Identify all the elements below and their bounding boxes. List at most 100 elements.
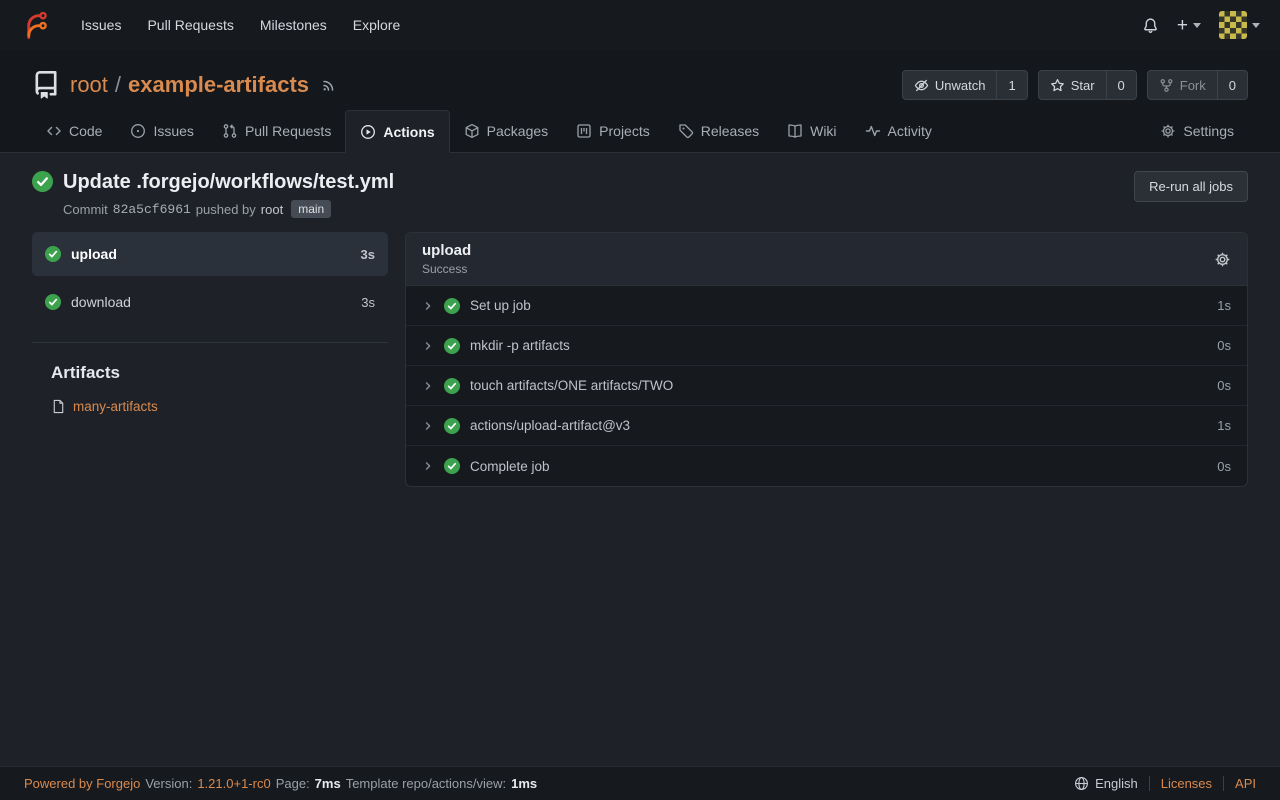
repo-tabs: Code Issues Pull Requests Actions Packag… — [32, 110, 1248, 152]
unwatch-label: Unwatch — [935, 78, 986, 93]
sidebar-divider — [32, 342, 388, 343]
fork-icon — [1159, 78, 1174, 93]
step-success-icon — [444, 378, 460, 394]
step-row-upload-artifact[interactable]: actions/upload-artifact@v3 1s — [406, 406, 1247, 446]
project-board-icon — [576, 123, 592, 139]
nav-item-milestones[interactable]: Milestones — [247, 0, 340, 50]
fork-label: Fork — [1180, 78, 1206, 93]
nav-item-pull-requests[interactable]: Pull Requests — [134, 0, 246, 50]
artifact-link-many-artifacts[interactable]: many-artifacts — [51, 399, 388, 414]
unwatch-button[interactable]: Unwatch — [903, 71, 997, 99]
tab-wiki[interactable]: Wiki — [773, 110, 850, 152]
repo-header: root / example-artifacts U — [0, 50, 1280, 153]
tab-label: Actions — [383, 124, 434, 140]
step-duration: 1s — [1217, 298, 1231, 313]
pusher-link[interactable]: root — [261, 202, 283, 217]
forks-count[interactable]: 0 — [1217, 71, 1247, 99]
artifacts-heading: Artifacts — [51, 363, 388, 383]
star-button[interactable]: Star — [1039, 71, 1106, 99]
fork-button[interactable]: Fork — [1148, 71, 1217, 99]
job-duration: 3s — [361, 247, 375, 262]
tabs-spacer — [946, 110, 1147, 152]
tab-label: Projects — [599, 123, 650, 139]
repo-owner-link[interactable]: root — [70, 72, 108, 98]
step-duration: 0s — [1217, 459, 1231, 474]
watch-button-group: Unwatch 1 — [902, 70, 1028, 100]
api-link[interactable]: API — [1223, 776, 1256, 791]
step-label: mkdir -p artifacts — [470, 338, 570, 353]
step-success-icon — [444, 298, 460, 314]
language-selector[interactable]: English — [1063, 776, 1149, 791]
page-time-value: 7ms — [315, 776, 341, 791]
job-options-gear-icon[interactable] — [1214, 251, 1231, 268]
tab-activity[interactable]: Activity — [851, 110, 946, 152]
step-duration: 0s — [1217, 338, 1231, 353]
artifact-name: many-artifacts — [73, 399, 158, 414]
tab-label: Activity — [888, 123, 932, 139]
tab-label: Packages — [487, 123, 548, 139]
step-row-setup-job[interactable]: Set up job 1s — [406, 286, 1247, 326]
forgejo-logo[interactable] — [20, 10, 50, 40]
tab-settings[interactable]: Settings — [1146, 110, 1248, 152]
tab-issues[interactable]: Issues — [116, 110, 207, 152]
star-label: Star — [1071, 78, 1095, 93]
notifications-button[interactable] — [1142, 17, 1159, 34]
page-footer: Powered by Forgejo Version: 1.21.0+1-rc0… — [0, 766, 1280, 800]
tab-pull-requests[interactable]: Pull Requests — [208, 110, 345, 152]
job-name: upload — [71, 246, 117, 262]
tab-projects[interactable]: Projects — [562, 110, 664, 152]
commit-sha-link[interactable]: 82a5cf6961 — [113, 202, 191, 217]
pushed-by-label: pushed by — [196, 202, 256, 217]
repo-name-link[interactable]: example-artifacts — [128, 72, 309, 98]
eye-slash-icon — [914, 78, 929, 93]
job-duration: 3s — [361, 295, 375, 310]
artifacts-section: Artifacts many-artifacts — [32, 363, 388, 414]
step-row-touch[interactable]: touch artifacts/ONE artifacts/TWO 0s — [406, 366, 1247, 406]
tag-icon — [678, 123, 694, 139]
watchers-count[interactable]: 1 — [996, 71, 1026, 99]
nav-item-issues[interactable]: Issues — [68, 0, 134, 50]
actions-run-view: Update .forgejo/workflows/test.yml Commi… — [0, 153, 1280, 766]
run-success-icon — [32, 171, 53, 192]
create-new-menu[interactable]: + — [1177, 16, 1201, 35]
file-icon — [51, 399, 66, 414]
branch-badge[interactable]: main — [291, 200, 331, 218]
pulse-icon — [865, 123, 881, 139]
job-name: download — [71, 294, 131, 310]
book-icon — [787, 123, 803, 139]
fork-button-group: Fork 0 — [1147, 70, 1248, 100]
stars-count[interactable]: 0 — [1106, 71, 1136, 99]
powered-by-link[interactable]: Powered by Forgejo — [24, 776, 140, 791]
job-success-icon — [45, 246, 61, 262]
job-row-upload[interactable]: upload 3s — [32, 232, 388, 276]
star-button-group: Star 0 — [1038, 70, 1137, 100]
step-duration: 0s — [1217, 378, 1231, 393]
licenses-link[interactable]: Licenses — [1149, 776, 1223, 791]
tab-packages[interactable]: Packages — [450, 110, 562, 152]
tab-actions[interactable]: Actions — [345, 110, 449, 153]
template-time-value: 1ms — [511, 776, 537, 791]
job-row-download[interactable]: download 3s — [32, 280, 388, 324]
pull-request-icon — [222, 123, 238, 139]
tab-label: Wiki — [810, 123, 836, 139]
step-row-mkdir[interactable]: mkdir -p artifacts 0s — [406, 326, 1247, 366]
footer-info: Powered by Forgejo Version: 1.21.0+1-rc0… — [24, 776, 537, 791]
step-label: actions/upload-artifact@v3 — [470, 418, 630, 433]
tab-code[interactable]: Code — [32, 110, 116, 152]
footer-links: English Licenses API — [1063, 776, 1256, 791]
job-detail-header: upload Success — [406, 233, 1247, 286]
rss-icon[interactable] — [321, 77, 337, 93]
nav-item-explore[interactable]: Explore — [340, 0, 413, 50]
chevron-right-icon — [422, 340, 434, 352]
chevron-down-icon — [1252, 23, 1260, 28]
tab-releases[interactable]: Releases — [664, 110, 773, 152]
job-success-icon — [45, 294, 61, 310]
user-menu[interactable] — [1219, 11, 1260, 39]
step-row-complete-job[interactable]: Complete job 0s — [406, 446, 1247, 486]
tab-label: Settings — [1183, 123, 1234, 139]
rerun-all-jobs-button[interactable]: Re-run all jobs — [1134, 171, 1248, 202]
version-link[interactable]: 1.21.0+1-rc0 — [197, 776, 270, 791]
gear-icon — [1160, 123, 1176, 139]
star-icon — [1050, 78, 1065, 93]
nav-item-label: Pull Requests — [147, 17, 233, 33]
